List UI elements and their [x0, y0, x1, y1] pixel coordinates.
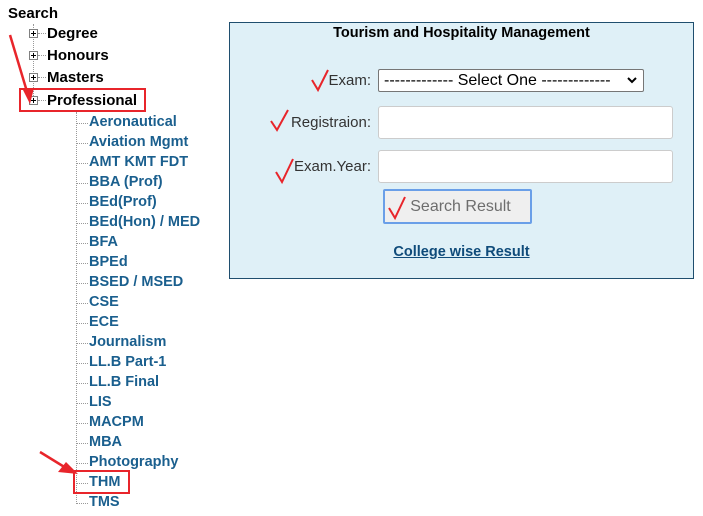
tree-connector: [76, 112, 77, 504]
tree-child-item[interactable]: BEd(Hon) / MED: [89, 214, 200, 230]
plus-box-icon[interactable]: [29, 29, 38, 38]
tree-child-item[interactable]: BEd(Prof): [89, 194, 157, 210]
tree-item-masters[interactable]: Masters: [47, 69, 104, 86]
tree-connector: [38, 33, 46, 34]
plus-box-icon[interactable]: [29, 73, 38, 82]
tree-connector: [77, 343, 88, 344]
tree-root-label: Search: [8, 5, 59, 22]
tree-child-item[interactable]: BSED / MSED: [89, 274, 183, 290]
exam-label: Exam:: [328, 72, 371, 89]
tree-connector: [77, 503, 88, 504]
exam-select-value: ------------- Select One -------------: [384, 71, 611, 89]
tree-connector: [77, 223, 88, 224]
tree-child-item[interactable]: Aeronautical: [89, 114, 177, 130]
tree-connector: [77, 423, 88, 424]
tree-item-honours[interactable]: Honours: [47, 47, 109, 64]
tree-connector: [77, 163, 88, 164]
tree-child-item[interactable]: Aviation Mgmt: [89, 134, 188, 150]
tree-connector: [38, 77, 46, 78]
tree-child-item[interactable]: Journalism: [89, 334, 166, 350]
search-result-button-label: Search Result: [410, 197, 511, 215]
tree-connector: [77, 283, 88, 284]
chevron-down-icon: [627, 77, 637, 84]
form-title: Tourism and Hospitality Management: [333, 25, 590, 41]
tree-child-item[interactable]: LIS: [89, 394, 112, 410]
registration-label: Registraion:: [290, 114, 371, 131]
exam-select[interactable]: ------------- Select One -------------: [378, 69, 644, 92]
tree-connector: [77, 243, 88, 244]
tree-child-item[interactable]: BFA: [89, 234, 118, 250]
search-result-button[interactable]: Search Result: [383, 189, 532, 224]
tree-child-item[interactable]: BPEd: [89, 254, 128, 270]
tree-child-item[interactable]: Photography: [89, 454, 178, 470]
tree-connector: [77, 123, 88, 124]
tree-child-item[interactable]: MBA: [89, 434, 122, 450]
tree-connector: [77, 263, 88, 264]
exam-year-input[interactable]: [378, 150, 673, 183]
tree-connector: [77, 463, 88, 464]
tree-connector: [77, 383, 88, 384]
registration-input[interactable]: [378, 106, 673, 139]
tree-connector: [77, 203, 88, 204]
plus-box-icon[interactable]: [29, 51, 38, 60]
tree-connector: [77, 303, 88, 304]
tree-connector: [77, 363, 88, 364]
tree-child-item[interactable]: BBA (Prof): [89, 174, 163, 190]
tree-connector: [77, 323, 88, 324]
college-wise-result-link[interactable]: College wise Result: [230, 244, 693, 260]
search-form-panel: Tourism and Hospitality Management Exam:…: [229, 22, 694, 279]
tree-connector: [77, 183, 88, 184]
tree-child-item[interactable]: CSE: [89, 294, 119, 310]
tree-child-item[interactable]: ECE: [89, 314, 119, 330]
tree-child-item[interactable]: LL.B Part-1: [89, 354, 166, 370]
highlight-box-thm: [73, 470, 130, 494]
tree-connector: [38, 55, 46, 56]
tree-connector: [77, 403, 88, 404]
tree-child-item[interactable]: MACPM: [89, 414, 144, 430]
tree-connector: [77, 143, 88, 144]
tree-item-degree[interactable]: Degree: [47, 25, 98, 42]
exam-year-label: Exam.Year:: [294, 158, 371, 175]
tree-connector: [77, 443, 88, 444]
tree-child-item[interactable]: AMT KMT FDT: [89, 154, 188, 170]
tree-child-item[interactable]: LL.B Final: [89, 374, 159, 390]
highlight-box-professional: [19, 88, 146, 112]
tree-child-item[interactable]: TMS: [89, 494, 120, 510]
